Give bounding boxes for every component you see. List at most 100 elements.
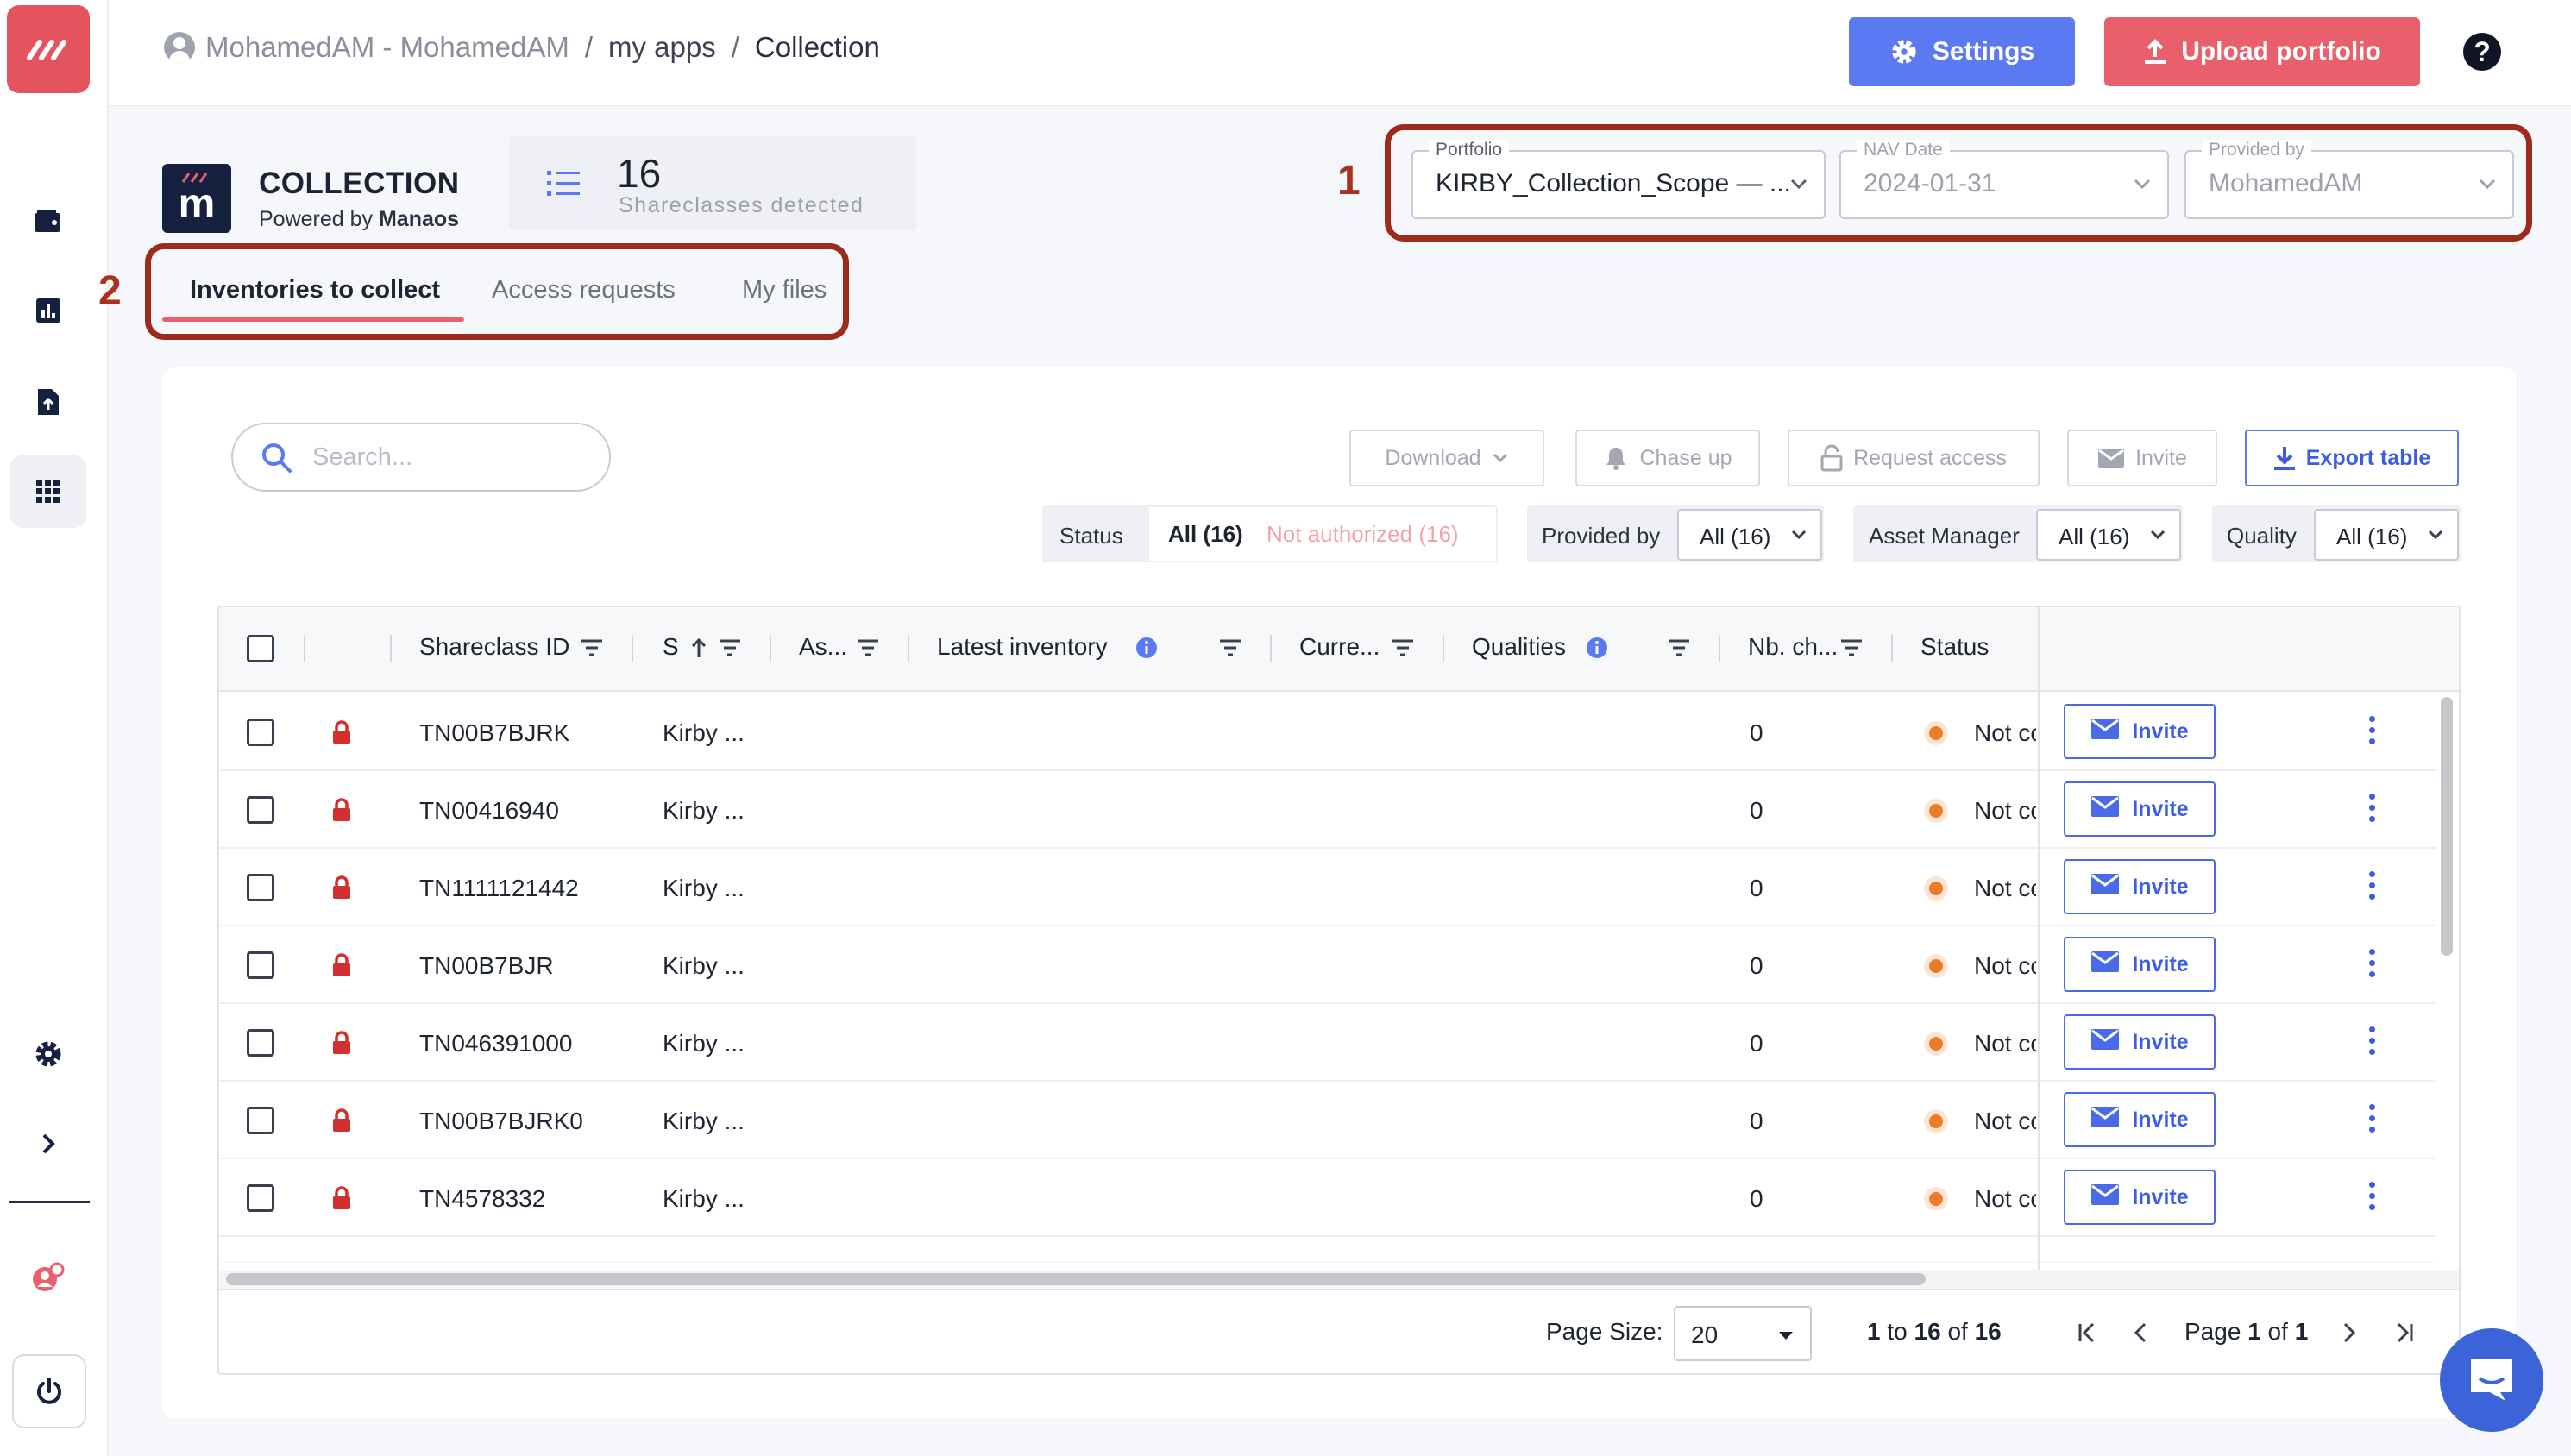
chase-up-button[interactable]: Chase up: [1575, 430, 1760, 486]
gear-icon[interactable]: [10, 1018, 86, 1090]
brand-logo-icon[interactable]: [7, 5, 90, 93]
lock-icon: [331, 1108, 352, 1138]
nb-changes: 0: [1750, 1108, 1763, 1134]
export-table-button[interactable]: Export table: [2245, 430, 2459, 486]
row-checkbox[interactable]: [247, 796, 274, 824]
invite-all-button[interactable]: Invite: [2067, 430, 2217, 486]
tab-inventories-to-collect[interactable]: Inventories to collect: [190, 276, 440, 304]
previous-page-icon[interactable]: [2133, 1321, 2148, 1344]
status-filter-not-authorized[interactable]: Not authorized (16): [1267, 521, 1459, 548]
power-icon[interactable]: [12, 1354, 86, 1428]
table-row[interactable]: [219, 1237, 2436, 1263]
wallet-icon[interactable]: [10, 185, 86, 257]
chevron-down-icon: [2479, 179, 2496, 190]
chevron-down-icon: [1791, 530, 1807, 540]
row-checkbox[interactable]: [247, 874, 274, 901]
filter-icon[interactable]: [718, 638, 742, 657]
quality-filter-select[interactable]: All (16): [2314, 509, 2459, 561]
invite-button[interactable]: Invite: [2064, 781, 2216, 837]
select-all-checkbox[interactable]: [247, 635, 274, 662]
invite-button[interactable]: Invite: [2064, 1170, 2216, 1225]
shareclass-id: TN00B7BJRK: [419, 719, 570, 746]
user-alert-icon[interactable]: [10, 1242, 86, 1315]
column-header-shareclass-id[interactable]: Shareclass ID: [419, 633, 569, 661]
invite-button[interactable]: Invite: [2064, 937, 2216, 992]
info-icon[interactable]: [1586, 637, 1608, 659]
table-row[interactable]: TN00416940 Kirby ... 0 Not co Invite: [219, 771, 2436, 849]
column-header-asset-manager[interactable]: As...: [799, 633, 847, 661]
table-row[interactable]: TN4578332 Kirby ... 0 Not co Invite: [219, 1159, 2436, 1237]
page-size-select[interactable]: 20: [1674, 1306, 1812, 1361]
asset-manager-filter-select[interactable]: All (16): [2036, 509, 2181, 561]
column-header-s[interactable]: S: [663, 633, 679, 661]
table-row[interactable]: TN00B7BJRK Kirby ... 0 Not co Invite: [219, 693, 2436, 771]
column-header-nb-changes[interactable]: Nb. ch...: [1748, 633, 1838, 661]
table-row[interactable]: TN1111121442 Kirby ... 0 Not co Invite: [219, 849, 2436, 926]
status-text: Not co: [1974, 1185, 2036, 1212]
filter-icon[interactable]: [1391, 638, 1415, 657]
search-input[interactable]: Search...: [231, 423, 611, 492]
table-row[interactable]: TN046391000 Kirby ... 0 Not co Invite: [219, 1004, 2436, 1082]
subtitle-brand: Manaos: [378, 207, 460, 231]
more-options-icon[interactable]: [2367, 794, 2376, 828]
chevron-right-icon[interactable]: [10, 1108, 86, 1180]
next-page-icon[interactable]: [2342, 1321, 2357, 1344]
tab-access-requests[interactable]: Access requests: [492, 276, 676, 304]
column-header-qualities[interactable]: Qualities: [1472, 633, 1566, 661]
row-checkbox[interactable]: [247, 1107, 274, 1134]
request-access-button[interactable]: Request access: [1788, 430, 2040, 486]
shareclass-name: Kirby ...: [663, 1030, 745, 1057]
table-row[interactable]: TN00B7BJRK0 Kirby ... 0 Not co Invite: [219, 1082, 2436, 1159]
table-row[interactable]: TN00B7BJR Kirby ... 0 Not co Invite: [219, 926, 2436, 1004]
breadcrumb-apps[interactable]: my apps: [608, 31, 716, 64]
invite-button[interactable]: Invite: [2064, 1092, 2216, 1147]
portfolio-select[interactable]: Portfolio KIRBY_Collection_Scope — ...: [1411, 140, 1826, 219]
column-header-currency[interactable]: Curre...: [1299, 633, 1380, 661]
analytics-icon[interactable]: [10, 274, 86, 347]
more-options-icon[interactable]: [2367, 716, 2376, 750]
column-header-latest-inventory[interactable]: Latest inventory: [937, 633, 1108, 661]
shareclass-id: TN00B7BJR: [419, 952, 554, 979]
more-options-icon[interactable]: [2367, 1182, 2376, 1216]
chat-support-icon[interactable]: [2440, 1328, 2543, 1432]
breadcrumb-separator: /: [584, 31, 593, 63]
provided-by-filter-select[interactable]: All (16): [1677, 509, 1822, 561]
filter-icon[interactable]: [1667, 638, 1691, 657]
vertical-scrollbar[interactable]: [2441, 697, 2453, 956]
invite-button[interactable]: Invite: [2064, 859, 2216, 914]
filter-icon[interactable]: [1218, 638, 1242, 657]
provided-by-select-value: MohamedAM: [2209, 169, 2363, 198]
tab-my-files[interactable]: My files: [742, 276, 827, 304]
column-header-status[interactable]: Status: [1920, 633, 1989, 661]
column-separator: [390, 635, 392, 662]
help-icon[interactable]: ?: [2463, 33, 2501, 71]
info-icon[interactable]: [1135, 637, 1158, 659]
apps-grid-icon[interactable]: [10, 455, 86, 528]
file-upload-icon[interactable]: [10, 366, 86, 438]
filter-icon[interactable]: [580, 638, 604, 657]
more-options-icon[interactable]: [2367, 949, 2376, 983]
nav-date-select[interactable]: NAV Date 2024-01-31: [1839, 140, 2169, 219]
provided-by-select[interactable]: Provided by MohamedAM: [2184, 140, 2514, 219]
first-page-icon[interactable]: [2078, 1321, 2096, 1344]
more-options-icon[interactable]: [2367, 871, 2376, 906]
filter-icon[interactable]: [1839, 638, 1864, 657]
row-checkbox[interactable]: [247, 1184, 274, 1212]
last-page-icon[interactable]: [2395, 1321, 2414, 1344]
horizontal-scrollbar[interactable]: [226, 1273, 1926, 1285]
row-checkbox[interactable]: [247, 719, 274, 746]
status-filter-all[interactable]: All (16): [1168, 521, 1243, 548]
more-options-icon[interactable]: [2367, 1026, 2376, 1061]
upload-portfolio-button[interactable]: Upload portfolio: [2104, 17, 2420, 86]
download-button[interactable]: Download: [1349, 430, 1544, 486]
invite-button[interactable]: Invite: [2064, 1014, 2216, 1070]
row-checkbox[interactable]: [247, 1029, 274, 1057]
row-checkbox[interactable]: [247, 951, 274, 979]
sort-ascending-icon[interactable]: [690, 637, 707, 659]
settings-button[interactable]: Settings: [1849, 17, 2075, 86]
invite-button-label: Invite: [2132, 1184, 2189, 1209]
invite-button[interactable]: Invite: [2064, 704, 2216, 759]
more-options-icon[interactable]: [2367, 1104, 2376, 1139]
breadcrumb-user[interactable]: MohamedAM - MohamedAM: [205, 31, 569, 64]
filter-icon[interactable]: [856, 638, 880, 657]
